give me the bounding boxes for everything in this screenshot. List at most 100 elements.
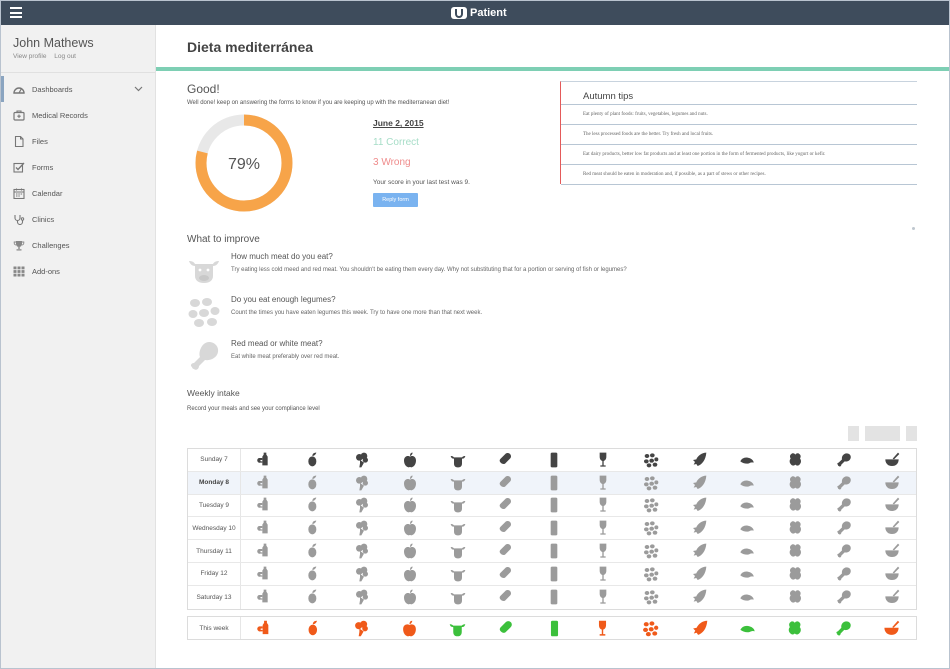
sidebar-item-medical-records[interactable]: Medical Records — [1, 102, 155, 128]
food-cell[interactable] — [675, 495, 723, 517]
food-cell[interactable] — [627, 517, 675, 539]
food-cell[interactable] — [337, 586, 385, 609]
food-cell[interactable] — [771, 517, 819, 539]
food-cell[interactable] — [434, 540, 482, 562]
food-cell[interactable] — [723, 472, 771, 494]
food-cell[interactable] — [337, 517, 385, 539]
food-cell[interactable] — [579, 495, 627, 517]
food-cell[interactable] — [771, 540, 819, 562]
food-cell[interactable] — [771, 472, 819, 494]
food-cell[interactable] — [289, 517, 337, 539]
reply-form-button[interactable]: Reply form — [373, 193, 418, 207]
food-cell[interactable] — [723, 563, 771, 585]
food-cell[interactable] — [289, 540, 337, 562]
food-cell[interactable] — [675, 586, 723, 609]
food-cell[interactable] — [482, 586, 530, 609]
food-cell[interactable] — [530, 563, 578, 585]
food-cell[interactable] — [530, 586, 578, 609]
sidebar-item-dashboards[interactable]: Dashboards — [1, 76, 155, 102]
food-cell[interactable] — [386, 540, 434, 562]
next-week-button[interactable] — [906, 426, 917, 441]
log-out-link[interactable]: Log out — [54, 53, 76, 60]
food-cell[interactable] — [482, 563, 530, 585]
food-cell[interactable] — [675, 449, 723, 471]
food-cell[interactable] — [627, 472, 675, 494]
food-cell[interactable] — [434, 495, 482, 517]
food-cell[interactable] — [820, 586, 868, 609]
food-cell[interactable] — [530, 472, 578, 494]
food-cell[interactable] — [530, 540, 578, 562]
food-cell[interactable] — [579, 449, 627, 471]
food-cell[interactable] — [434, 586, 482, 609]
food-cell[interactable] — [337, 563, 385, 585]
food-cell[interactable] — [579, 540, 627, 562]
food-cell[interactable] — [771, 563, 819, 585]
food-cell[interactable] — [675, 540, 723, 562]
food-cell[interactable] — [675, 517, 723, 539]
food-cell[interactable] — [434, 517, 482, 539]
food-cell[interactable] — [675, 563, 723, 585]
tips-pager-dot[interactable] — [912, 227, 915, 230]
food-cell[interactable] — [627, 540, 675, 562]
sidebar-item-challenges[interactable]: Challenges — [1, 232, 155, 258]
food-cell[interactable] — [627, 586, 675, 609]
sidebar-item-files[interactable]: Files — [1, 128, 155, 154]
food-cell[interactable] — [482, 540, 530, 562]
food-cell[interactable] — [627, 495, 675, 517]
food-cell[interactable] — [386, 586, 434, 609]
food-cell[interactable] — [386, 563, 434, 585]
food-cell[interactable] — [723, 495, 771, 517]
food-cell[interactable] — [868, 563, 916, 585]
food-cell[interactable] — [579, 472, 627, 494]
chevron-down-icon[interactable] — [134, 84, 143, 93]
food-cell[interactable] — [434, 563, 482, 585]
food-cell[interactable] — [289, 586, 337, 609]
food-cell[interactable] — [868, 495, 916, 517]
prev-week-button[interactable] — [848, 426, 859, 441]
food-cell[interactable] — [241, 472, 289, 494]
food-cell[interactable] — [820, 495, 868, 517]
food-cell[interactable] — [289, 563, 337, 585]
food-cell[interactable] — [482, 495, 530, 517]
food-cell[interactable] — [771, 586, 819, 609]
food-cell[interactable] — [771, 449, 819, 471]
food-cell[interactable] — [868, 449, 916, 471]
view-profile-link[interactable]: View profile — [13, 53, 46, 60]
food-cell[interactable] — [386, 449, 434, 471]
food-cell[interactable] — [820, 449, 868, 471]
food-cell[interactable] — [482, 449, 530, 471]
hamburger-icon[interactable] — [10, 7, 22, 18]
sidebar-item-clinics[interactable]: Clinics — [1, 206, 155, 232]
sidebar-item-calendar[interactable]: Calendar — [1, 180, 155, 206]
food-cell[interactable] — [723, 586, 771, 609]
food-cell[interactable] — [579, 563, 627, 585]
food-cell[interactable] — [434, 449, 482, 471]
food-cell[interactable] — [530, 517, 578, 539]
food-cell[interactable] — [820, 472, 868, 494]
food-cell[interactable] — [820, 517, 868, 539]
food-cell[interactable] — [482, 517, 530, 539]
food-cell[interactable] — [723, 449, 771, 471]
food-cell[interactable] — [337, 495, 385, 517]
food-cell[interactable] — [579, 517, 627, 539]
food-cell[interactable] — [868, 586, 916, 609]
brand[interactable]: Patient — [451, 5, 507, 21]
food-cell[interactable] — [723, 517, 771, 539]
food-cell[interactable] — [289, 449, 337, 471]
current-week-button[interactable] — [865, 426, 900, 441]
food-cell[interactable] — [530, 449, 578, 471]
food-cell[interactable] — [241, 540, 289, 562]
food-cell[interactable] — [434, 472, 482, 494]
food-cell[interactable] — [820, 563, 868, 585]
sidebar-item-add-ons[interactable]: Add-ons — [1, 258, 155, 284]
food-cell[interactable] — [386, 495, 434, 517]
food-cell[interactable] — [627, 449, 675, 471]
food-cell[interactable] — [241, 495, 289, 517]
food-cell[interactable] — [627, 563, 675, 585]
food-cell[interactable] — [868, 517, 916, 539]
test-date[interactable]: June 2, 2015 — [373, 118, 424, 128]
food-cell[interactable] — [241, 449, 289, 471]
food-cell[interactable] — [771, 495, 819, 517]
food-cell[interactable] — [241, 586, 289, 609]
food-cell[interactable] — [386, 472, 434, 494]
